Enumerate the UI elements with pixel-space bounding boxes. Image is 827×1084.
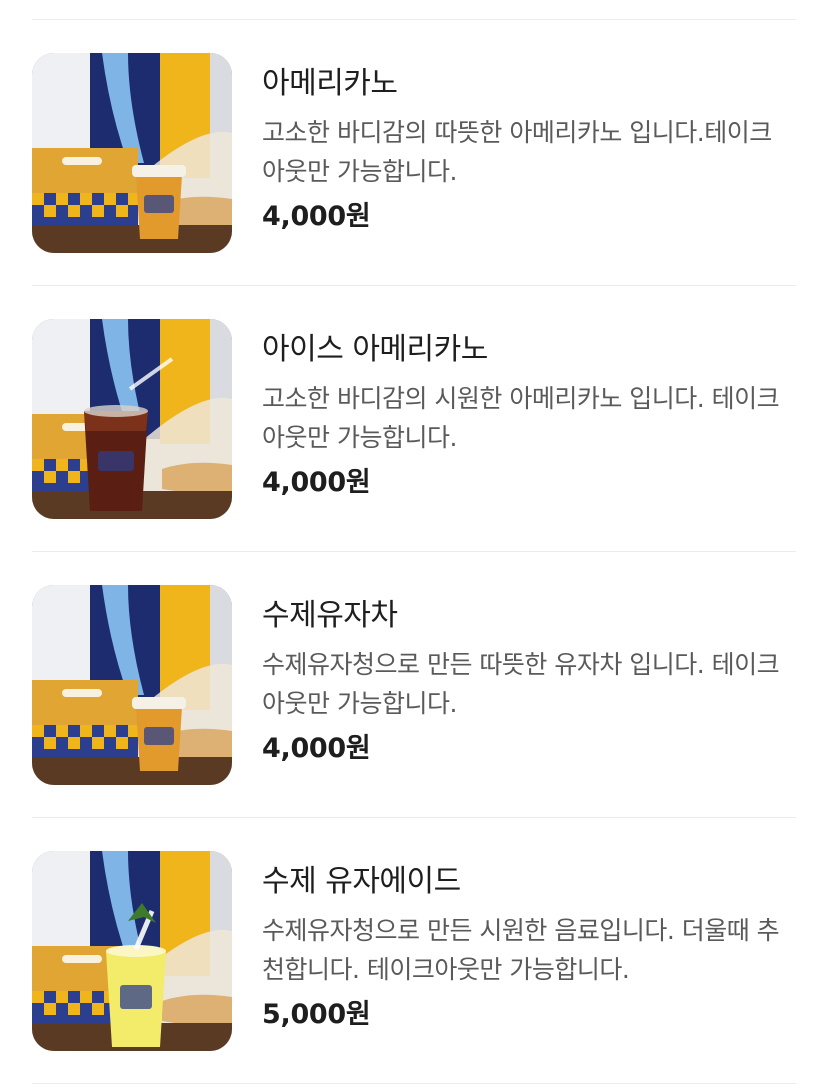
- menu-item-description: 고소한 바디감의 시원한 아메리카노 입니다. 테이크아웃만 가능합니다.: [262, 384, 780, 452]
- menu-item-name: 아이스 아메리카노: [262, 332, 488, 367]
- menu-item-iced-americano[interactable]: 아이스 아메리카노 고소한 바디감의 시원한 아메리카노 입니다. 테이크아웃만…: [32, 286, 796, 551]
- menu-item-name: 수제유자차: [262, 598, 398, 633]
- menu-item-price: 4,000원: [262, 201, 371, 232]
- menu-item-photo: [32, 851, 232, 1051]
- menu-item-photo: [32, 585, 232, 785]
- menu-item-info: 아메리카노 고소한 바디감의 따뜻한 아메리카노 입니다.테이크아웃만 가능합니…: [262, 64, 796, 237]
- menu-item-description: 고소한 바디감의 따뜻한 아메리카노 입니다.테이크아웃만 가능합니다.: [262, 118, 772, 186]
- menu-item-yuja-ade[interactable]: 수제 유자에이드 수제유자청으로 만든 시원한 음료입니다. 더울때 추천합니다…: [32, 818, 796, 1083]
- menu-item-description: 수제유자청으로 만든 따뜻한 유자차 입니다. 테이크아웃만 가능합니다.: [262, 650, 780, 718]
- menu-item-description: 수제유자청으로 만든 시원한 음료입니다. 더울때 추천합니다. 테이크아웃만 …: [262, 916, 780, 984]
- menu-item-price: 5,000원: [262, 999, 371, 1030]
- menu-item-name: 수제 유자에이드: [262, 864, 461, 899]
- menu-item-yuja-tea[interactable]: 수제유자차 수제유자청으로 만든 따뜻한 유자차 입니다. 테이크아웃만 가능합…: [32, 552, 796, 817]
- menu-list: 아메리카노 고소한 바디감의 따뜻한 아메리카노 입니다.테이크아웃만 가능합니…: [32, 0, 796, 1084]
- menu-item-photo: [32, 53, 232, 253]
- menu-item-price: 4,000원: [262, 733, 371, 764]
- menu-item-info: 수제유자차 수제유자청으로 만든 따뜻한 유자차 입니다. 테이크아웃만 가능합…: [262, 596, 796, 769]
- menu-item-photo: [32, 319, 232, 519]
- menu-item-price: 4,000원: [262, 467, 371, 498]
- menu-item-americano[interactable]: 아메리카노 고소한 바디감의 따뜻한 아메리카노 입니다.테이크아웃만 가능합니…: [32, 20, 796, 285]
- menu-item-info: 아이스 아메리카노 고소한 바디감의 시원한 아메리카노 입니다. 테이크아웃만…: [262, 330, 796, 503]
- menu-item-name: 아메리카노: [262, 66, 398, 101]
- menu-item-info: 수제 유자에이드 수제유자청으로 만든 시원한 음료입니다. 더울때 추천합니다…: [262, 862, 796, 1035]
